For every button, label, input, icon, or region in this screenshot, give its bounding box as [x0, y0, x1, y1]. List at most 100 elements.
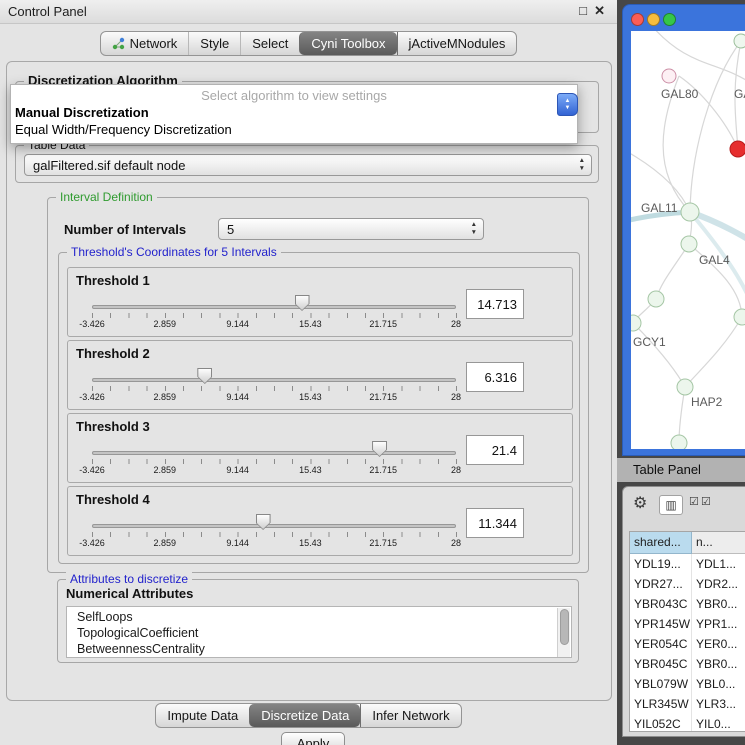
numerical-attributes-list[interactable]: SelfLoopsTopologicalCoefficientBetweenne… [66, 606, 572, 658]
threshold-slider-track[interactable] [92, 451, 456, 455]
cell-shared-name[interactable]: YIL052C [630, 714, 692, 732]
scrollbar-thumb[interactable] [560, 609, 569, 645]
network-node-selected[interactable] [730, 141, 745, 157]
attributes-scrollbar[interactable] [557, 608, 570, 658]
columns-button[interactable]: ▥ [659, 495, 683, 515]
cell-shared-name[interactable]: YBR045C [630, 654, 692, 674]
scale-label: -3.426 [79, 392, 105, 402]
cell-name[interactable]: YDL1... [692, 554, 745, 574]
minimize-traffic-light-icon[interactable] [647, 13, 660, 26]
network-node[interactable] [648, 291, 664, 307]
close-icon[interactable]: ✕ [594, 3, 605, 19]
columns-icon: ▥ [665, 498, 676, 512]
scale-label: 9.144 [226, 465, 249, 475]
table-header-row: shared... n... [630, 532, 745, 554]
algorithm-combobox-button[interactable]: ▲▼ [557, 93, 578, 116]
algorithm-dropdown-popup: Select algorithm to view settings Manual… [10, 84, 578, 144]
cell-shared-name[interactable]: YPR145W [630, 614, 692, 634]
cell-shared-name[interactable]: YDL19... [630, 554, 692, 574]
bottom-tab-bar: Impute Data Discretize Data Infer Network [0, 703, 617, 728]
tab-style[interactable]: Style [188, 32, 240, 55]
network-node[interactable] [681, 203, 699, 221]
cell-shared-name[interactable]: YLR345W [630, 694, 692, 714]
number-of-intervals-label: Number of Intervals [64, 222, 186, 237]
tab-discretize-data[interactable]: Discretize Data [249, 704, 360, 727]
close-traffic-light-icon[interactable] [631, 13, 644, 26]
network-node[interactable] [662, 69, 676, 83]
table-row[interactable]: YDL19...YDL1... [630, 554, 745, 574]
table-panel-window: ⚙ ▥ ☑ ☑ shared... n... YDL19...YDL1...YD… [622, 486, 745, 737]
column-header-shared-name[interactable]: shared... [630, 532, 692, 554]
cell-shared-name[interactable]: YDR27... [630, 574, 692, 594]
threshold-value-field[interactable]: 6.316 [466, 362, 524, 392]
table-row[interactable]: YBR045CYBR0... [630, 654, 745, 674]
cell-shared-name[interactable]: YBL079W [630, 674, 692, 694]
algorithm-popup-item-manual[interactable]: Manual Discretization [11, 104, 577, 121]
table-row[interactable]: YIL052CYIL0... [630, 714, 745, 732]
threshold-value-field[interactable]: 14.713 [466, 289, 524, 319]
cell-name[interactable]: YLR3... [692, 694, 745, 714]
network-icon [112, 37, 125, 50]
slider-tick-marks [92, 459, 457, 464]
network-node[interactable] [734, 34, 745, 48]
threshold-value-field[interactable]: 11.344 [466, 508, 524, 538]
threshold-panel-3: Threshold 3-3.4262.8599.14415.4321.71528… [67, 413, 573, 483]
network-canvas[interactable]: GAL80GAL80GAL11GAL4GCY1HAP2 [631, 31, 745, 449]
tab-select[interactable]: Select [240, 32, 299, 55]
network-node[interactable] [631, 315, 641, 331]
attribute-list-item[interactable]: BetweennessCentrality [77, 641, 571, 657]
cell-name[interactable]: YBR0... [692, 654, 745, 674]
network-node-label: HAP2 [691, 395, 723, 409]
cell-name[interactable]: YDR2... [692, 574, 745, 594]
table-data-combobox[interactable]: galFiltered.sif default node ▲▼ [24, 154, 592, 176]
cell-name[interactable]: YBL0... [692, 674, 745, 694]
network-node[interactable] [734, 309, 745, 325]
algorithm-popup-placeholder[interactable]: Select algorithm to view settings [11, 87, 577, 104]
tab-network[interactable]: Network [101, 32, 189, 55]
tab-infer-network[interactable]: Infer Network [360, 704, 460, 727]
network-node[interactable] [671, 435, 687, 449]
tab-label: Discretize Data [261, 708, 349, 723]
cell-name[interactable]: YIL0... [692, 714, 745, 732]
attribute-list-item[interactable]: TopologicalCoefficient [77, 625, 571, 641]
apply-button[interactable]: Apply [281, 732, 345, 745]
checkbox-icon[interactable]: ☑ [701, 495, 711, 508]
network-node-label: GAL11 [641, 201, 678, 215]
table-row[interactable]: YBR043CYBR0... [630, 594, 745, 614]
tab-jactivemnodules[interactable]: jActiveMNodules [397, 32, 517, 55]
table-row[interactable]: YBL079WYBL0... [630, 674, 745, 694]
combobox-stepper-icon: ▲▼ [579, 157, 585, 173]
table-row[interactable]: YER054CYER0... [630, 634, 745, 654]
cell-shared-name[interactable]: YER054C [630, 634, 692, 654]
threshold-value-field[interactable]: 21.4 [466, 435, 524, 465]
tab-cyni-toolbox[interactable]: Cyni Toolbox [299, 32, 396, 55]
control-panel-titlebar: Control Panel □ ✕ [0, 0, 617, 24]
scale-label: 9.144 [226, 319, 249, 329]
zoom-traffic-light-icon[interactable] [663, 13, 676, 26]
algorithm-popup-item-equal-width[interactable]: Equal Width/Frequency Discretization [11, 121, 577, 138]
checkbox-icon[interactable]: ☑ [689, 495, 699, 508]
thresholds-group-label: Threshold's Coordinates for 5 Intervals [67, 245, 281, 259]
cell-name[interactable]: YBR0... [692, 594, 745, 614]
scale-label: 28 [451, 538, 461, 548]
cell-shared-name[interactable]: YBR043C [630, 594, 692, 614]
threshold-slider-track[interactable] [92, 524, 456, 528]
attribute-list-item[interactable]: SelfLoops [77, 609, 571, 625]
cell-name[interactable]: YER0... [692, 634, 745, 654]
threshold-slider-track[interactable] [92, 305, 456, 309]
table-row[interactable]: YPR145WYPR1... [630, 614, 745, 634]
application-root: Control Panel □ ✕ NetworkStyleSelectCyni… [0, 0, 745, 745]
cell-name[interactable]: YPR1... [692, 614, 745, 634]
gear-icon[interactable]: ⚙ [633, 493, 647, 513]
column-header-name[interactable]: n... [692, 532, 745, 554]
threshold-panel-2: Threshold 2-3.4262.8599.14415.4321.71528… [67, 340, 573, 410]
network-node[interactable] [681, 236, 697, 252]
network-node[interactable] [677, 379, 693, 395]
tab-impute-data[interactable]: Impute Data [156, 704, 249, 727]
threshold-slider-track[interactable] [92, 378, 456, 382]
number-of-intervals-combobox[interactable]: 5 ▲▼ [218, 218, 484, 240]
table-row[interactable]: YLR345WYLR3... [630, 694, 745, 714]
threshold-panel-1: Threshold 1-3.4262.8599.14415.4321.71528… [67, 267, 573, 337]
float-window-icon[interactable]: □ [579, 3, 587, 18]
table-row[interactable]: YDR27...YDR2... [630, 574, 745, 594]
